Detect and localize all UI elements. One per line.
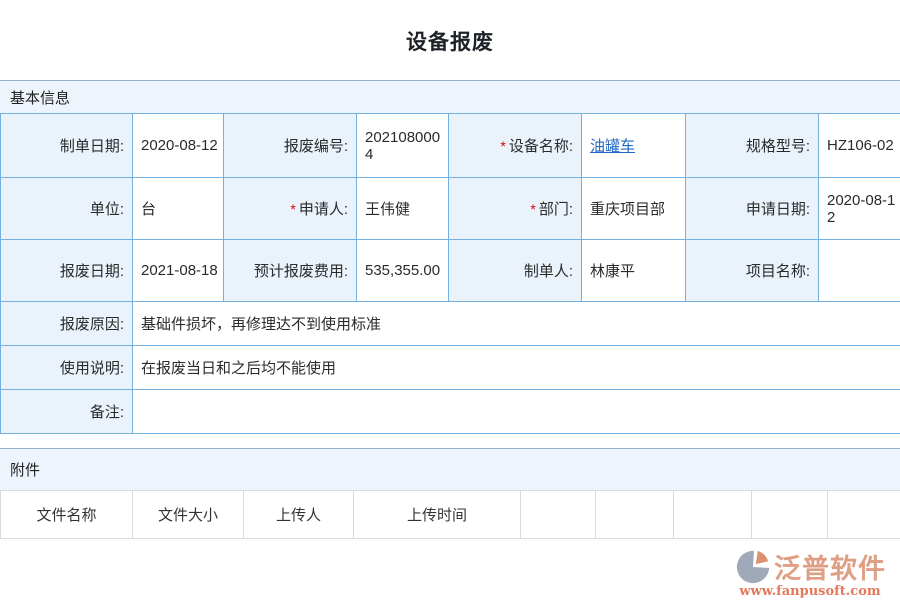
brand-logo-top: 泛普软件 (734, 547, 886, 586)
column-header-empty (752, 491, 828, 539)
field-value-apply-date: 2020-08-12 (819, 178, 900, 240)
field-value-remark (133, 390, 900, 434)
section-basic-info-title: 基本信息 (10, 87, 70, 108)
field-label-estimated-cost: 预计报废费用: (224, 240, 357, 302)
field-value-applicant: 王伟健 (357, 178, 449, 240)
column-header-empty (674, 491, 752, 539)
device-name-link[interactable]: 油罐车 (590, 138, 635, 155)
page-header: 设备报废 (0, 0, 900, 80)
field-label-unit: 单位: (1, 178, 133, 240)
field-value-scrap-reason: 基础件损坏，再修理达不到使用标准 (133, 302, 900, 346)
field-label-usage-note: 使用说明: (1, 346, 133, 390)
field-label-text: 报废编号: (284, 138, 348, 155)
field-label-project-name: 项目名称: (686, 240, 819, 302)
field-label-scrap-date: 报废日期: (1, 240, 133, 302)
table-row: 使用说明: 在报废当日和之后均不能使用 (1, 346, 900, 390)
column-header-file-name: 文件名称 (1, 491, 133, 539)
field-label-make-date: 制单日期: (1, 114, 133, 178)
field-value-make-date: 2020-08-12 (133, 114, 224, 178)
section-basic-info: 基本信息 (0, 80, 900, 113)
field-value-usage-note: 在报废当日和之后均不能使用 (133, 346, 900, 390)
field-label-scrap-no: 报废编号: (224, 114, 357, 178)
field-label-device-name: *设备名称: (449, 114, 582, 178)
brand-logo: 泛普软件 www.fanpusoft.com (734, 547, 886, 599)
page-title: 设备报废 (0, 26, 900, 56)
field-label-text: 申请人: (299, 201, 348, 218)
field-label-maker: 制单人: (449, 240, 582, 302)
footer: 泛普软件 www.fanpusoft.com (0, 547, 900, 599)
attachments-table: 文件名称 文件大小 上传人 上传时间 (0, 490, 900, 539)
field-label-text: 设备名称: (509, 138, 573, 155)
required-asterisk-icon: * (500, 138, 505, 154)
field-label-text: 备注: (90, 404, 124, 421)
field-value-estimated-cost: 535,355.00 (357, 240, 449, 302)
field-label-spec-model: 规格型号: (686, 114, 819, 178)
field-label-text: 报废原因: (60, 316, 124, 333)
field-label-text: 预计报废费用: (254, 263, 348, 280)
table-row: 报废原因: 基础件损坏，再修理达不到使用标准 (1, 302, 900, 346)
field-value-maker: 林康平 (582, 240, 686, 302)
field-label-text: 部门: (539, 201, 573, 218)
field-label-text: 使用说明: (60, 360, 124, 377)
column-header-empty (596, 491, 674, 539)
table-row: 制单日期: 2020-08-12 报废编号: 2021080004 *设备名称:… (1, 114, 900, 178)
field-label-text: 制单日期: (60, 138, 124, 155)
field-value-department: 重庆项目部 (582, 178, 686, 240)
field-value-spec-model: HZ106-02 (819, 114, 900, 178)
field-label-scrap-reason: 报废原因: (1, 302, 133, 346)
brand-name: 泛普软件 (774, 547, 886, 586)
field-label-text: 项目名称: (746, 263, 810, 280)
field-label-text: 报废日期: (60, 263, 124, 280)
table-row: 报废日期: 2021-08-18 预计报废费用: 535,355.00 制单人:… (1, 240, 900, 302)
field-value-project-name (819, 240, 900, 302)
field-label-department: *部门: (449, 178, 582, 240)
field-label-text: 单位: (90, 201, 124, 218)
field-value-device-name: 油罐车 (582, 114, 686, 178)
brand-logo-icon (734, 548, 772, 586)
field-label-applicant: *申请人: (224, 178, 357, 240)
column-header-uploader: 上传人 (244, 491, 354, 539)
field-label-remark: 备注: (1, 390, 133, 434)
field-label-apply-date: 申请日期: (686, 178, 819, 240)
field-label-text: 制单人: (524, 263, 573, 280)
attachments-header-row: 文件名称 文件大小 上传人 上传时间 (1, 491, 900, 539)
field-label-text: 申请日期: (746, 201, 810, 218)
required-asterisk-icon: * (530, 201, 535, 217)
required-asterisk-icon: * (290, 201, 295, 217)
section-attachments: 附件 (0, 448, 900, 490)
table-row: 单位: 台 *申请人: 王伟健 *部门: 重庆项目部 申请日期: 2020-08… (1, 178, 900, 240)
brand-url: www.fanpusoft.com (739, 584, 880, 599)
column-header-empty (828, 491, 900, 539)
basic-info-table: 制单日期: 2020-08-12 报废编号: 2021080004 *设备名称:… (0, 113, 900, 434)
section-attachments-title: 附件 (10, 459, 40, 480)
column-header-upload-time: 上传时间 (354, 491, 521, 539)
field-label-text: 规格型号: (746, 138, 810, 155)
field-value-scrap-date: 2021-08-18 (133, 240, 224, 302)
column-header-empty (521, 491, 596, 539)
table-row: 备注: (1, 390, 900, 434)
field-value-scrap-no: 2021080004 (357, 114, 449, 178)
field-value-unit: 台 (133, 178, 224, 240)
column-header-file-size: 文件大小 (133, 491, 244, 539)
